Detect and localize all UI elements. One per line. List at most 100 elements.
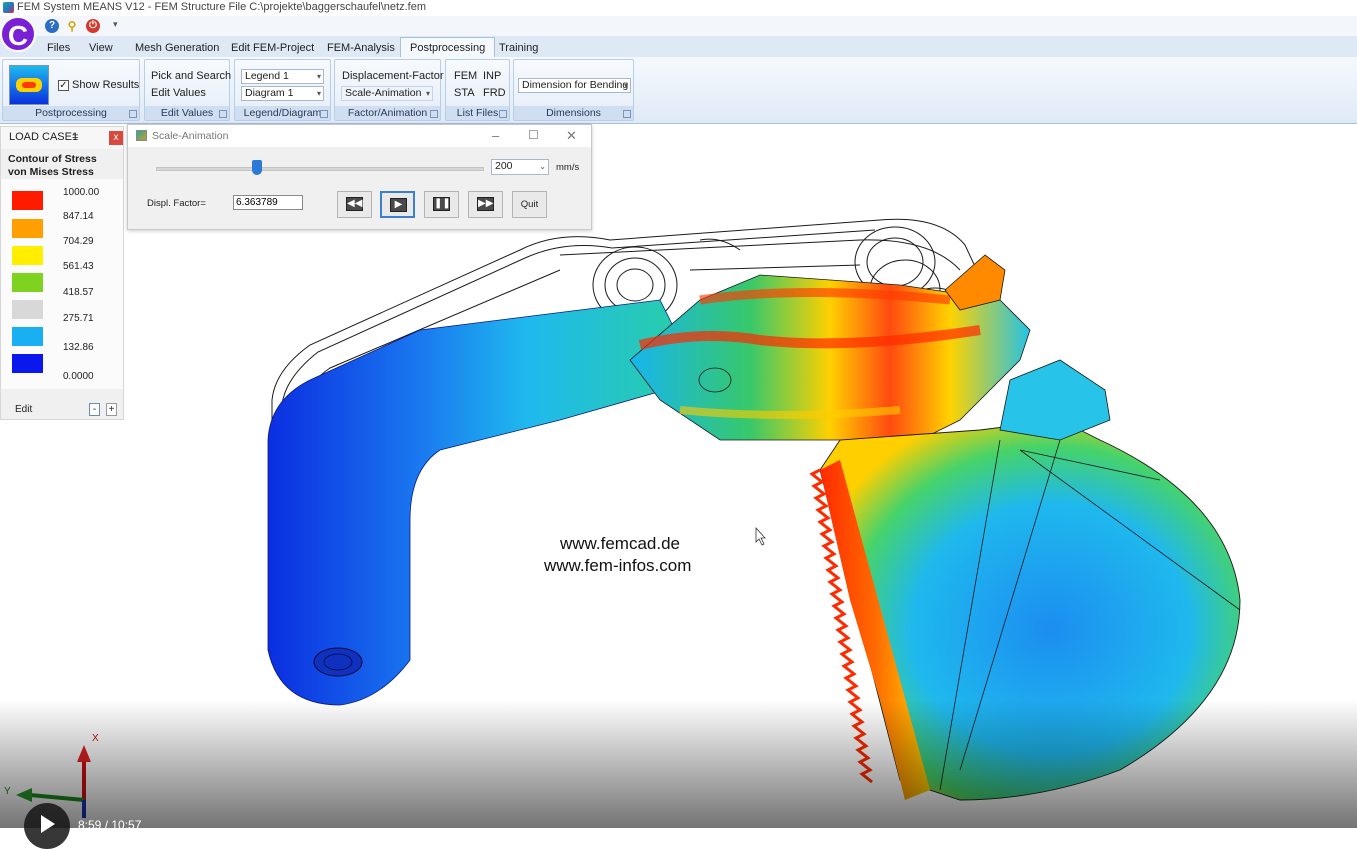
power-icon[interactable]: ⏻ xyxy=(86,19,100,33)
play-icon: ▶ xyxy=(390,198,407,212)
group-postprocessing: ✓ Show Results Postprocessing xyxy=(2,59,140,121)
legend-value: 418.57 xyxy=(63,287,94,298)
show-results-checkbox[interactable]: ✓ xyxy=(58,80,69,91)
dimension-select[interactable]: Dimension for Bending ▾ xyxy=(518,78,631,93)
tab-files[interactable]: Files xyxy=(38,39,79,57)
app-logo[interactable]: C xyxy=(0,16,36,52)
ribbon-tabs: Files View Mesh Generation Edit FEM-Proj… xyxy=(0,36,1357,58)
speed-select-value: 200 xyxy=(495,160,513,172)
help-icon[interactable]: ? xyxy=(45,19,59,33)
rewind-button[interactable]: ◀◀ xyxy=(337,191,372,218)
group-label-legend-diagram: Legend/Diagram xyxy=(235,106,330,120)
tab-training[interactable]: Training xyxy=(490,39,547,57)
legend-close-button[interactable]: x xyxy=(109,131,123,145)
group-dimensions: Dimension for Bending ▾ Dimensions xyxy=(513,59,634,121)
legend-value: 132.86 xyxy=(63,342,94,353)
chevron-down-icon: ⌄ xyxy=(539,162,546,171)
rewind-icon: ◀◀ xyxy=(346,197,363,211)
legend-swatch-704 xyxy=(12,246,43,265)
legend-diagram-launcher-icon[interactable] xyxy=(320,110,328,118)
mouse-cursor-icon xyxy=(755,526,766,546)
frd-file-button[interactable]: FRD xyxy=(483,87,506,99)
speed-slider-track[interactable] xyxy=(156,167,484,171)
show-results-label[interactable]: Show Results xyxy=(72,79,139,91)
fem-file-button[interactable]: FEM xyxy=(454,70,477,82)
speed-slider-thumb[interactable] xyxy=(252,160,263,175)
pick-and-search-button[interactable]: Pick and Search xyxy=(151,70,231,82)
group-label-dimensions: Dimensions xyxy=(514,106,633,120)
tab-postprocessing[interactable]: Postprocessing xyxy=(400,37,496,58)
group-factor-animation: Displacement-Factor Scale-Animation ▾ Fac… xyxy=(334,59,443,121)
window-title: FEM System MEANS V12 - FEM Structure Fil… xyxy=(17,1,426,13)
legend-value: 0.0000 xyxy=(63,371,94,382)
legend-select[interactable]: Legend 1 ▾ xyxy=(241,69,324,84)
dialog-app-icon xyxy=(136,130,147,141)
pause-button[interactable]: ❚❚ xyxy=(424,191,459,218)
legend-value: 1000.00 xyxy=(63,187,100,198)
bucket-body xyxy=(819,419,1241,801)
video-play-button[interactable] xyxy=(24,803,70,849)
group-label-edit-values: Edit Values xyxy=(145,106,229,120)
ribbon: ✓ Show Results Postprocessing Pick and S… xyxy=(0,57,1357,124)
tab-mesh-generation[interactable]: Mesh Generation xyxy=(126,39,228,57)
edit-values-launcher-icon[interactable] xyxy=(219,110,227,118)
group-label-factor-animation: Factor/Animation xyxy=(335,106,440,120)
scale-animation-dialog: Scale-Animation – ☐ ✕ 200 ⌄ mm/s Displ. F… xyxy=(127,124,592,230)
sta-file-button[interactable]: STA xyxy=(454,87,475,99)
key-icon[interactable]: ⚲ xyxy=(65,19,79,33)
legend-edit-button[interactable]: Edit xyxy=(15,404,32,415)
maximize-icon[interactable]: ☐ xyxy=(528,128,539,142)
factor-animation-launcher-icon[interactable] xyxy=(430,110,438,118)
close-icon[interactable]: ✕ xyxy=(566,128,577,144)
dimensions-launcher-icon[interactable] xyxy=(623,110,631,118)
dialog-title: Scale-Animation xyxy=(152,130,229,142)
legend-value: 704.29 xyxy=(63,236,94,247)
legend-swatch-418 xyxy=(12,300,43,319)
displ-factor-label: Displ. Factor= xyxy=(147,198,206,209)
watermark-line1: www.femcad.de xyxy=(560,534,680,553)
legend-plus-button[interactable]: + xyxy=(106,403,117,416)
legend-minus-button[interactable]: - xyxy=(89,403,100,416)
minimize-icon[interactable]: – xyxy=(492,128,499,143)
postprocessing-launcher-icon[interactable] xyxy=(129,110,137,118)
group-edit-values: Pick and Search Edit Values Edit Values xyxy=(144,59,231,121)
speed-select[interactable]: 200 ⌄ xyxy=(491,159,549,175)
chevron-down-icon: ▾ xyxy=(316,89,321,98)
scale-animation-button[interactable]: Scale-Animation ▾ xyxy=(341,86,433,101)
list-files-launcher-icon[interactable] xyxy=(499,110,507,118)
fast-forward-button[interactable]: ▶▶ xyxy=(468,191,503,218)
legend-value: 561.43 xyxy=(63,261,94,272)
axis-x-label: X xyxy=(92,733,99,744)
postprocessing-thumbnail-icon[interactable] xyxy=(9,65,49,105)
inp-file-button[interactable]: INP xyxy=(483,70,501,82)
fast-forward-icon: ▶▶ xyxy=(477,197,494,211)
diagram-select[interactable]: Diagram 1 ▾ xyxy=(241,86,324,101)
legend-swatch-132 xyxy=(12,354,43,373)
displacement-factor-button[interactable]: Displacement-Factor xyxy=(342,70,443,82)
group-legend-diagram: Legend 1 ▾ Diagram 1 ▾ Legend/Diagram xyxy=(234,59,331,121)
tab-fem-analysis[interactable]: FEM-Analysis xyxy=(318,39,404,57)
edit-values-button[interactable]: Edit Values xyxy=(151,87,206,99)
tab-edit-fem-project[interactable]: Edit FEM-Project xyxy=(222,39,323,57)
group-label-postprocessing: Postprocessing xyxy=(3,106,139,120)
load-case-value: 1 xyxy=(72,131,79,143)
load-case-header: LOAD CASE= 1 x xyxy=(1,127,123,149)
dialog-title-bar: Scale-Animation – ☐ ✕ xyxy=(128,125,591,147)
chevron-down-icon: ▾ xyxy=(623,81,628,90)
pause-icon: ❚❚ xyxy=(433,197,451,211)
chevron-down-icon: ▾ xyxy=(316,72,321,81)
legend-title-line1: Contour of Stress xyxy=(8,153,97,165)
tab-view[interactable]: View xyxy=(80,39,122,57)
play-button[interactable]: ▶ xyxy=(380,191,415,218)
quick-access-toolbar: ? ⚲ ⏻ ▾ xyxy=(0,16,1357,36)
legend-scale: 1000.00 847.14 704.29 561.43 418.57 275.… xyxy=(1,179,123,389)
app-icon xyxy=(3,2,14,13)
qat-customize-icon[interactable]: ▾ xyxy=(113,19,118,30)
quit-button[interactable]: Quit xyxy=(512,191,547,218)
chevron-down-icon: ▾ xyxy=(425,89,430,98)
legend-swatch-1000 xyxy=(12,191,43,210)
legend-swatch-561 xyxy=(12,273,43,292)
stress-legend-panel: LOAD CASE= 1 x Contour of Stress von Mis… xyxy=(0,126,124,420)
displ-factor-field[interactable] xyxy=(233,195,303,210)
quit-label: Quit xyxy=(520,199,539,210)
